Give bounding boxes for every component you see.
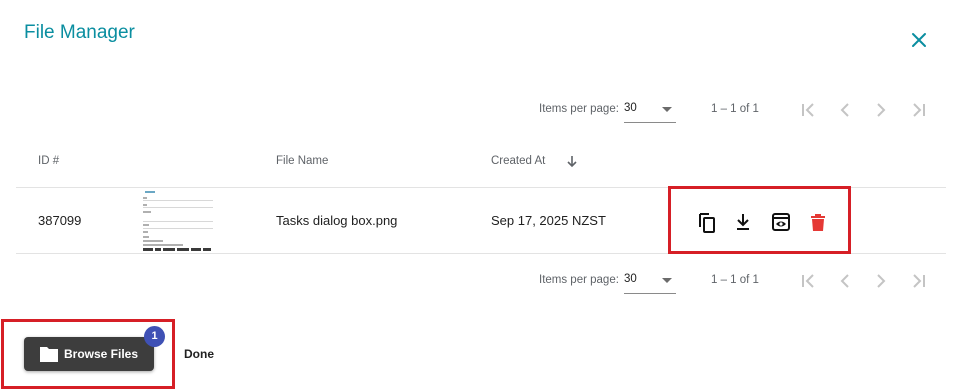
file-thumbnail [141,188,215,253]
close-button[interactable] [907,28,931,52]
dropdown-arrow-icon [662,278,672,283]
items-per-page-select[interactable]: 30 [624,95,676,123]
chevron-left-icon [840,274,849,288]
file-count-badge: 1 [144,326,165,347]
browse-files-label: Browse Files [64,347,139,361]
paginator-top: Items per page: 30 1 – 1 of 1 [0,95,955,125]
done-button[interactable]: Done [176,337,222,371]
first-page-button[interactable] [796,269,820,293]
items-per-page-value: 30 [624,273,637,285]
items-per-page-value: 30 [624,102,637,114]
range-label: 1 – 1 of 1 [711,103,759,115]
close-icon [912,33,926,47]
folder-icon [40,347,58,362]
dialog-title: File Manager [24,22,135,43]
range-label: 1 – 1 of 1 [711,274,759,286]
last-page-button[interactable] [907,98,931,122]
column-header-created-at[interactable]: Created At [491,155,545,167]
chevron-right-icon [877,103,886,117]
browse-files-button[interactable]: Browse Files [24,337,154,371]
last-page-button[interactable] [907,269,931,293]
dropdown-arrow-icon [662,107,672,112]
download-icon [737,214,749,230]
arrow-down-icon[interactable] [565,154,579,168]
delete-button[interactable] [806,210,830,234]
column-header-file-name: File Name [276,155,329,167]
items-per-page-label: Items per page: [539,274,619,286]
preview-icon [772,213,790,231]
trash-icon [811,214,825,231]
last-page-icon [913,103,925,117]
first-page-icon [802,274,814,288]
next-page-button[interactable] [869,98,893,122]
last-page-icon [913,274,925,288]
download-button[interactable] [731,210,755,234]
paginator-bottom: Items per page: 30 1 – 1 of 1 [0,266,955,296]
row-id: 387099 [38,213,82,228]
copy-icon [699,213,715,233]
previous-page-button[interactable] [833,98,857,122]
first-page-icon [802,103,814,117]
previous-page-button[interactable] [833,269,857,293]
first-page-button[interactable] [796,98,820,122]
items-per-page-label: Items per page: [539,103,619,115]
column-header-id: ID # [38,155,60,167]
chevron-right-icon [877,274,886,288]
row-created-at: Sep 17, 2025 NZST [491,213,606,228]
items-per-page-select[interactable]: 30 [624,266,676,294]
chevron-left-icon [840,103,849,117]
next-page-button[interactable] [869,269,893,293]
row-file-name: Tasks dialog box.png [276,213,398,228]
copy-button[interactable] [695,210,719,234]
preview-button[interactable] [769,210,793,234]
table-header: ID # File Name Created At [16,140,946,188]
